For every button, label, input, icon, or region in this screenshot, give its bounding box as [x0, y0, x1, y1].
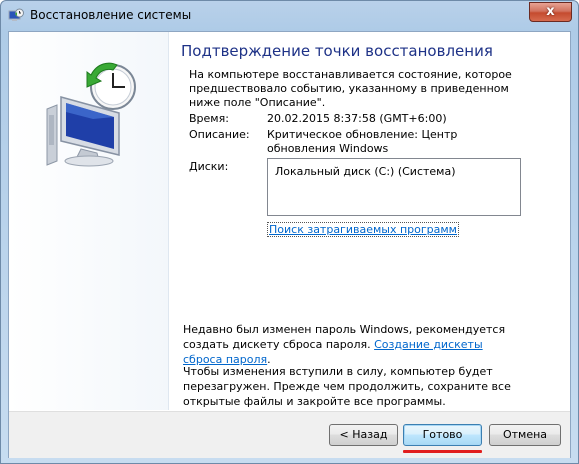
intro-text: На компьютере восстанавливается состояни… — [189, 68, 512, 109]
system-restore-icon — [8, 8, 24, 21]
finish-button[interactable]: Готово — [403, 424, 482, 446]
back-button[interactable]: < Назад — [329, 424, 398, 446]
dialog-client-area: Подтверждение точки восстановления На ко… — [8, 31, 571, 458]
scan-affected-programs-link[interactable]: Поиск затрагиваемых программ — [267, 222, 459, 237]
left-panel — [9, 32, 169, 410]
button-bar: < Назад Готово Отмена — [9, 411, 570, 458]
title-bar[interactable]: Восстановление системы x — [1, 1, 578, 31]
restart-note: Чтобы изменения вступили в силу, компьют… — [183, 365, 511, 408]
close-button[interactable]: x — [529, 2, 572, 22]
page-title: Подтверждение точки восстановления — [181, 42, 493, 60]
time-label: Время: — [189, 112, 229, 125]
description-value: Критическое обновление: Центр обновления… — [267, 128, 458, 155]
password-note: Недавно был изменен пароль Windows, реко… — [183, 322, 523, 367]
disks-list[interactable]: Локальный диск (C:) (Система) — [267, 158, 521, 216]
highlight-underline — [403, 450, 482, 453]
disks-label: Диски: — [189, 160, 229, 173]
window-title: Восстановление системы — [30, 8, 192, 22]
system-restore-hero-icon — [46, 62, 136, 167]
cancel-button[interactable]: Отмена — [489, 424, 561, 446]
system-restore-window: Восстановление системы x Подтверждение т… — [0, 0, 579, 464]
description-label: Описание: — [189, 128, 250, 141]
disk-item: Локальный диск (C:) (Система) — [275, 165, 456, 178]
time-value: 20.02.2015 8:37:58 (GMT+6:00) — [267, 112, 447, 125]
close-icon: x — [546, 4, 555, 19]
